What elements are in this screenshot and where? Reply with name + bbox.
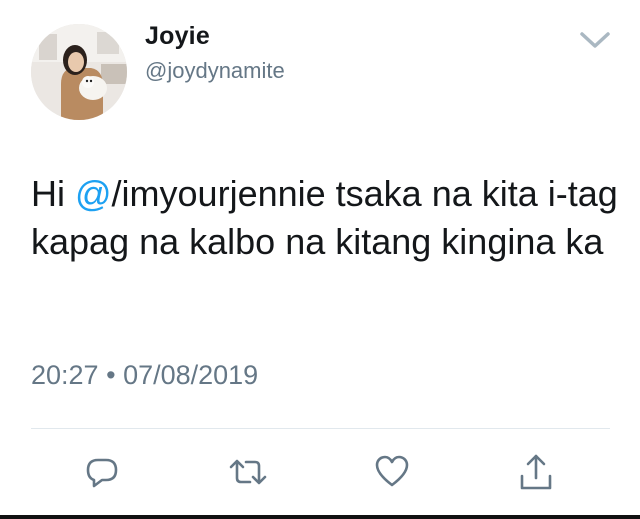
tweet-card: Joyie @joydynamite Hi @/imyourjennie tsa… (0, 0, 640, 519)
tweet-timestamp[interactable]: 20:27 • 07/08/2019 (31, 360, 258, 391)
user-handle[interactable]: @joydynamite (145, 58, 285, 84)
like-button[interactable] (366, 446, 418, 498)
retweet-icon (229, 459, 267, 485)
chevron-down-icon[interactable] (578, 28, 612, 52)
tweet-text-body: /imyourjennie tsaka na kita i-tag kapag … (31, 173, 618, 262)
reply-icon (86, 458, 118, 488)
action-bar (0, 446, 640, 506)
avatar-photo (31, 24, 127, 120)
retweet-button[interactable] (222, 446, 274, 498)
share-button[interactable] (510, 446, 562, 498)
reply-button[interactable] (76, 446, 128, 498)
tweet-time: 20:27 (31, 360, 99, 390)
tweet-date: 07/08/2019 (123, 360, 259, 390)
bottom-edge (0, 515, 640, 519)
avatar[interactable] (31, 24, 127, 120)
meta-separator: • (106, 360, 116, 390)
tweet-text-prefix: Hi (31, 173, 75, 214)
display-name[interactable]: Joyie (145, 22, 210, 51)
share-icon (520, 454, 552, 490)
tweet-text: Hi @/imyourjennie tsaka na kita i-tag ka… (31, 170, 621, 266)
divider (31, 428, 610, 429)
like-icon (375, 455, 409, 487)
mention-link[interactable]: @ (75, 173, 112, 214)
